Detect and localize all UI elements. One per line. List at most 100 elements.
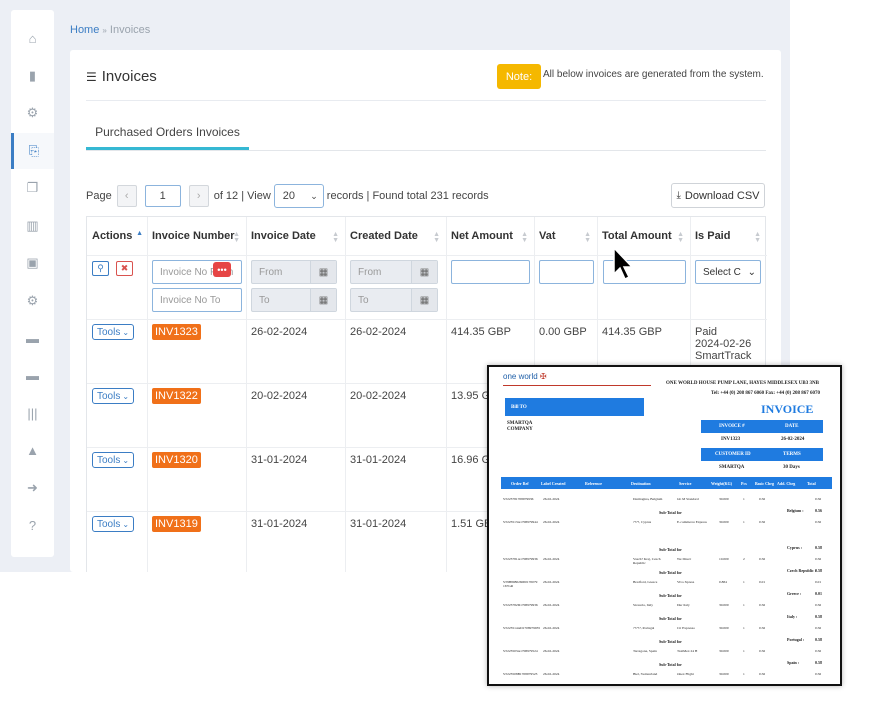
invoice-date-from-input[interactable]: From ▦: [251, 260, 337, 284]
pdf-customer-id-label: CUSTOMER ID TERMS: [701, 448, 823, 461]
pdf-subtotal-label: Sub-Total for: [659, 547, 682, 552]
breadcrumb: Home » Invoices: [70, 24, 150, 36]
header-label: Invoice Number: [152, 230, 235, 242]
calendar-icon[interactable]: ▦: [310, 289, 336, 311]
pdf-label-created: 26-02-2024: [543, 580, 560, 584]
header-total-amount[interactable]: Total Amount ▲ ▼: [597, 217, 690, 255]
book-icon: ▮: [28, 67, 37, 83]
sidebar-item-home[interactable]: ⌂: [11, 20, 54, 56]
tools-button[interactable]: Tools ⌄: [92, 324, 134, 340]
is-paid-cell-line: SmartTrack: [695, 350, 752, 362]
invoice-date-to-input[interactable]: To ▦: [251, 288, 337, 312]
vat-filter-input[interactable]: [539, 260, 594, 284]
sidebar-item-bar-chart[interactable]: ▥: [11, 208, 54, 244]
tools-label: Tools: [96, 454, 121, 466]
money-icon: ▣: [26, 255, 39, 270]
sidebar-item-copy[interactable]: ❐: [11, 170, 54, 206]
pdf-basic-charge: 0.01: [759, 580, 766, 584]
pdf-contact: Tel: +44 (0) 208 867 6060 Fax: +44 (0) 2…: [711, 391, 820, 396]
header-net-amount[interactable]: Net Amount ▲ ▼: [446, 217, 534, 255]
page-number-input[interactable]: 1: [144, 185, 181, 207]
invoice-number-badge[interactable]: INV1320: [152, 452, 201, 468]
pdf-basic-charge: 0.56: [759, 497, 766, 501]
sidebar: ⌂ ▮ ⚙ ⎘ ❐ ▥ ▣ ⚙ ▬ ▬ ||| ▲ ➜?: [11, 10, 54, 557]
sidebar-item-question[interactable]: ?: [11, 508, 54, 544]
pdf-pcs: 1: [743, 649, 745, 653]
header-invoice-date[interactable]: Invoice Date ▲ ▼: [246, 217, 345, 255]
header-invoice-number[interactable]: Invoice Number ▲ ▼: [147, 217, 246, 255]
download-csv-button[interactable]: ⤓ Download CSV: [671, 183, 765, 208]
is-paid-select[interactable]: Select C ⌄: [695, 260, 761, 284]
sidebar-item-money[interactable]: ▣: [11, 245, 54, 281]
more-icon[interactable]: •••: [213, 262, 231, 277]
question-icon: ?: [28, 518, 37, 533]
header-vat[interactable]: Vat ▲ ▼: [534, 217, 597, 255]
sidebar-item-barcode[interactable]: |||: [11, 395, 54, 431]
calendar-icon[interactable]: ▦: [411, 289, 437, 311]
net-amount-filter-input[interactable]: [451, 260, 530, 284]
tools-button[interactable]: Tools ⌄: [92, 516, 134, 532]
calendar-icon[interactable]: ▦: [411, 261, 437, 283]
pdf-subtotal-country: Cyprus :: [787, 545, 803, 550]
pdf-order-ref: ST223508B1708979523: [503, 672, 538, 676]
pdf-address: ONE WORLD HOUSE PUMP LANE, HAYES MIDDLES…: [666, 381, 819, 386]
invoice-number-badge[interactable]: INV1322: [152, 388, 201, 404]
calendar-icon[interactable]: ▦: [310, 261, 336, 283]
created-date-to-input[interactable]: To ▦: [350, 288, 438, 312]
pdf-destination: Biel, Switzerland: [633, 672, 658, 676]
page-count-text: of 12 | View: [213, 190, 271, 202]
pdf-service: TaxiMex 24 H: [677, 649, 698, 653]
pdf-label-customer-id: CUSTOMER ID: [715, 452, 751, 457]
page-title: ☰ Invoices: [86, 68, 157, 85]
header-actions[interactable]: Actions ▲: [87, 217, 147, 255]
sidebar-item-gears[interactable]: ⚙: [11, 95, 54, 131]
tools-button[interactable]: Tools ⌄: [92, 388, 134, 404]
sidebar-item-book[interactable]: ▮: [11, 58, 54, 94]
pdf-basic-charge: 0.56: [759, 649, 766, 653]
sidebar-item-cart[interactable]: ▬: [11, 358, 54, 394]
pdf-subtotal-country: Greece :: [787, 591, 802, 596]
page-title-text: Invoices: [101, 68, 157, 85]
tab-purchased-orders-invoices[interactable]: Purchased Orders Invoices: [86, 116, 249, 150]
sidebar-item-cog[interactable]: ⚙: [11, 283, 54, 319]
pdf-order-ref: ST223513A1708979944: [503, 520, 538, 524]
tools-button[interactable]: Tools ⌄: [92, 452, 134, 468]
header-is-paid[interactable]: Is Paid ▲ ▼: [690, 217, 767, 255]
created-date-from-placeholder: From: [358, 266, 382, 278]
created-date-from-input[interactable]: From ▦: [350, 260, 438, 284]
invoice-number-badge[interactable]: INV1319: [152, 516, 201, 532]
sort-up-icon: ▲: [136, 230, 143, 237]
pdf-service: Viva Xpress: [677, 580, 695, 584]
pdf-subtotal-amount: 0.01: [815, 591, 822, 596]
page-size-select[interactable]: 20 ⌄: [273, 184, 324, 208]
header-created-date[interactable]: Created Date ▲ ▼: [345, 217, 446, 255]
header-label: Is Paid: [695, 230, 731, 242]
breadcrumb-home-link[interactable]: Home: [70, 24, 99, 36]
sidebar-item-pdf[interactable]: ⎘: [11, 132, 54, 169]
invoice-number-badge[interactable]: INV1323: [152, 324, 201, 340]
pdf-subtotal-amount: 0.58: [815, 568, 822, 573]
pdf-invoice-no-label: INVOICE # DATE: [701, 420, 823, 433]
pdf-weight: 30.000: [719, 603, 729, 607]
next-page-button[interactable]: ›: [188, 185, 209, 207]
pdf-pcs: 1: [743, 520, 745, 524]
sort-icon: ▲ ▼: [584, 231, 591, 244]
pdf-label-terms: TERMS: [783, 452, 801, 457]
pdf-total: 0.56: [815, 672, 822, 676]
prev-page-button[interactable]: ‹: [116, 185, 137, 207]
sidebar-item-cart[interactable]: ▬: [11, 320, 54, 356]
clear-filter-button[interactable]: ✖: [116, 261, 133, 276]
sidebar-item-road[interactable]: ▲: [11, 433, 54, 469]
is-paid-select-value: Select C: [703, 266, 741, 278]
pdf-weight: 0.884: [719, 580, 727, 584]
pdf-basic-charge: 0.56: [759, 557, 766, 561]
pdf-column-header: Label Created: [541, 480, 566, 486]
pdf-destination: Tarragona, Spain: [633, 649, 657, 653]
sidebar-item-sign-out[interactable]: ➜: [11, 470, 54, 506]
tools-label: Tools: [96, 326, 121, 338]
invoice-no-to-input[interactable]: Invoice No To: [152, 288, 242, 312]
search-filter-button[interactable]: ⚲: [92, 261, 109, 276]
pdf-label-created: 26-02-2024: [543, 520, 560, 524]
mouse-cursor-icon: [613, 246, 634, 281]
header-label: Actions: [92, 230, 133, 242]
